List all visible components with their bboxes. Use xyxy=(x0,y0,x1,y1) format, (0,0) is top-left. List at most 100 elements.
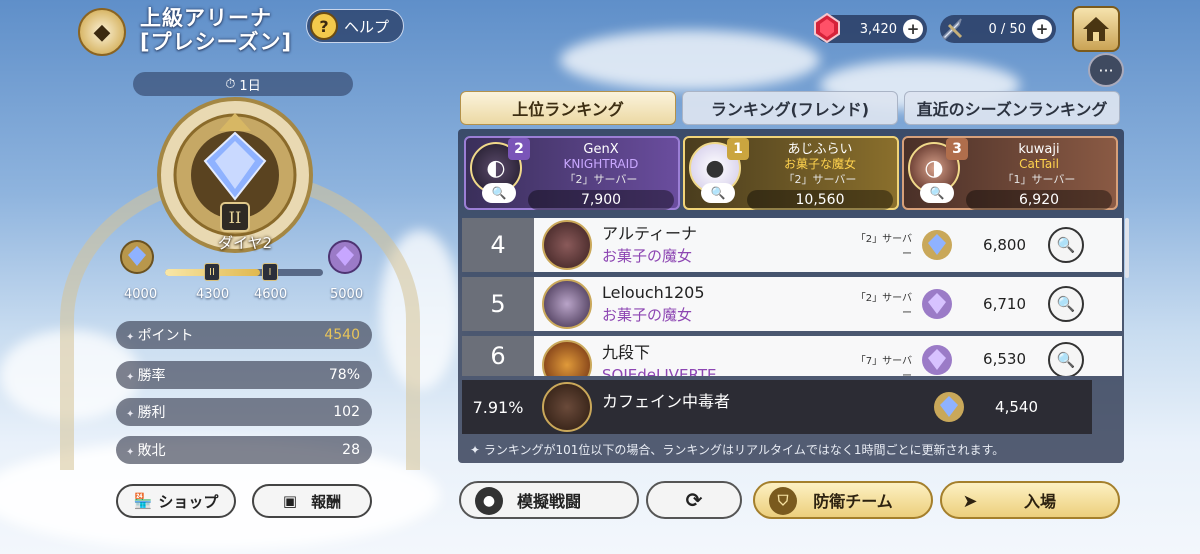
magnifier-icon: 🔍 xyxy=(1056,295,1076,313)
score: 6,800 xyxy=(983,236,1026,254)
inspect-button[interactable]: 🔍 xyxy=(920,183,954,203)
rank-tier-name: ダイヤ2 xyxy=(217,234,273,252)
magnifier-icon: 🔍 xyxy=(1056,351,1076,369)
reward-button[interactable]: ▣ 報酬 xyxy=(252,484,372,518)
replay-button[interactable]: ⟳ xyxy=(646,481,742,519)
player-name: 九段下 xyxy=(602,343,651,362)
add-gems-button[interactable]: + xyxy=(903,19,923,39)
magnifier-icon: 🔍 xyxy=(929,186,945,200)
help-label: ヘルプ xyxy=(344,17,390,36)
guild-name: SOIEdeLIVERTE xyxy=(602,366,717,376)
rank-emblem: II xyxy=(155,95,315,255)
note-bullet-icon: ✦ xyxy=(470,443,484,457)
defense-team-button[interactable]: ⛉ 防衛チーム xyxy=(753,481,933,519)
my-ranking-row: 7.91% カフェイン中毒者 4,540 xyxy=(462,380,1092,434)
stat-value: 102 xyxy=(333,404,360,420)
threshold-value: 5000 xyxy=(330,287,364,302)
defense-team-label: 防衛チーム xyxy=(813,492,893,511)
inspect-button[interactable]: 🔍 xyxy=(1048,342,1084,376)
ranking-row[interactable]: 4 アルティーナ お菓子の魔女 「2」サーバー 6,800 🔍 xyxy=(462,218,1122,272)
chat-button[interactable]: ··· xyxy=(1088,53,1124,87)
reward-label: 報酬 xyxy=(311,492,342,511)
player-name: GenX xyxy=(583,142,619,157)
svg-text:II: II xyxy=(229,208,242,227)
stat-label: 勝率 xyxy=(126,365,166,385)
player-name: あじふらい xyxy=(787,142,853,157)
enter-button[interactable]: ➤ 入場 xyxy=(940,481,1120,519)
speech-bubble-icon: ··· xyxy=(1098,60,1114,80)
shield-icon: ⛉ xyxy=(769,487,797,515)
question-icon: ? xyxy=(310,12,338,40)
rank-badge: 2 xyxy=(508,138,530,160)
score: 6,530 xyxy=(983,350,1026,368)
double-arrow-icon: ➤ xyxy=(962,490,978,512)
help-button[interactable]: ? ヘルプ xyxy=(306,9,404,43)
rank-badge: 1 xyxy=(727,138,749,160)
server-name: 「2」サーバー xyxy=(855,234,912,260)
inspect-button[interactable]: 🔍 xyxy=(482,183,516,203)
top-rank-card-2[interactable]: ◐ 2 GenX KNIGHTRAID 「2」サーバー 7,900 🔍 xyxy=(464,136,680,210)
server-name: 「7」サーバー xyxy=(855,356,912,376)
diamond-back-icon: ◆ xyxy=(93,19,111,45)
avatar xyxy=(542,220,592,270)
back-button[interactable]: ◆ xyxy=(78,8,126,56)
stat-value: 28 xyxy=(342,442,360,458)
stat-label: 勝利 xyxy=(126,402,166,422)
server-name: 「2」サーバー xyxy=(783,173,857,186)
season-timer: ⏱ 1日 xyxy=(133,72,353,96)
player-name: kuwaji xyxy=(1018,142,1060,157)
server-name: 「2」サーバー xyxy=(564,173,638,186)
server-name: 「2」サーバー xyxy=(855,293,912,319)
sword-ticket-icon xyxy=(934,10,970,46)
rank-number: 5 xyxy=(462,277,534,331)
tab-last-season-ranking[interactable]: 直近のシーズンランキング xyxy=(904,91,1120,125)
threshold-value: 4300 xyxy=(196,287,230,302)
top-rank-card-3[interactable]: ◑ 3 kuwaji CatTail 「1」サーバー 6,920 🔍 xyxy=(902,136,1118,210)
score: 4,540 xyxy=(995,398,1038,416)
treasure-chest-icon: ▣ xyxy=(282,492,298,510)
stat-label: 敗北 xyxy=(126,440,166,460)
score: 6,710 xyxy=(983,295,1026,313)
magnifier-icon: 🔍 xyxy=(491,186,507,200)
ranking-row[interactable]: 5 Lelouch1205 お菓子の魔女 「2」サーバー 6,710 🔍 xyxy=(462,277,1122,331)
clock-icon: ⏱ xyxy=(225,76,236,92)
lower-tier-emblem xyxy=(118,238,156,276)
stat-value: 78% xyxy=(328,367,360,383)
rank-badge: 3 xyxy=(946,138,968,160)
home-button[interactable] xyxy=(1072,6,1120,52)
ranking-row[interactable]: 6 九段下 SOIEdeLIVERTE 「7」サーバー 6,530 🔍 xyxy=(462,336,1122,376)
tab-friend-ranking[interactable]: ランキング(フレンド) xyxy=(682,91,898,125)
replay-icon: ⟳ xyxy=(685,488,703,512)
ticket-value: 0 / 50 xyxy=(988,21,1026,37)
server-name: 「1」サーバー xyxy=(1002,173,1076,186)
shop-label: ショップ xyxy=(158,492,219,511)
rank-emblem-icon xyxy=(922,230,952,260)
tab-top-ranking[interactable]: 上位ランキング xyxy=(460,91,676,125)
arena-subtitle: [プレシーズン] xyxy=(140,30,293,54)
magnifier-icon: 🔍 xyxy=(710,186,726,200)
gem-value: 3,420 xyxy=(859,21,897,37)
avatar xyxy=(542,382,592,432)
upper-tier-emblem xyxy=(326,238,364,276)
mock-battle-label: 模擬戦闘 xyxy=(516,492,581,511)
inspect-button[interactable]: 🔍 xyxy=(1048,286,1084,322)
stat-losses: 敗北 28 xyxy=(116,436,372,464)
stat-win-rate: 勝率 78% xyxy=(116,361,372,389)
stat-wins: 勝利 102 xyxy=(116,398,372,426)
rank-emblem-icon xyxy=(922,345,952,375)
shop-button[interactable]: 🏪 ショップ xyxy=(116,484,236,518)
scrollbar[interactable] xyxy=(1125,218,1129,278)
ticket-counter: 0 / 50 + xyxy=(940,15,1056,43)
score: 6,920 xyxy=(966,190,1112,210)
top-rank-card-1[interactable]: ● 1 あじふらい お菓子な魔女 「2」サーバー 10,560 🔍 xyxy=(683,136,899,210)
my-percentile: 7.91% xyxy=(472,397,524,417)
red-gem-icon xyxy=(809,10,845,46)
guild-name: KNIGHTRAID xyxy=(563,157,639,171)
inspect-button[interactable]: 🔍 xyxy=(701,183,735,203)
mock-battle-button[interactable]: ● 模擬戦闘 xyxy=(459,481,639,519)
threshold-value: 4000 xyxy=(124,287,158,302)
guild-name: CatTail xyxy=(1019,157,1059,171)
shop-icon: 🏪 xyxy=(133,492,153,510)
inspect-button[interactable]: 🔍 xyxy=(1048,227,1084,263)
add-tickets-button[interactable]: + xyxy=(1032,19,1052,39)
